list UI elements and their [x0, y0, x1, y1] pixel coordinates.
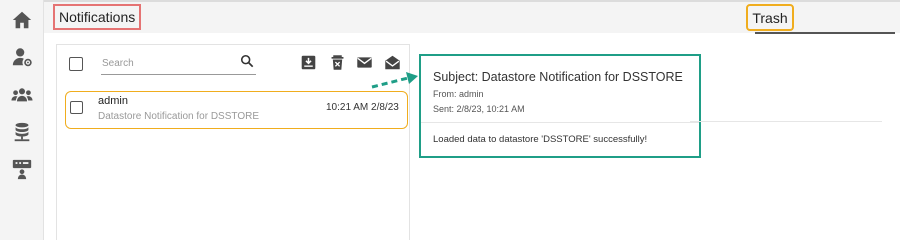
- list-item[interactable]: admin Datastore Notification for DSSTORE…: [65, 91, 408, 129]
- home-icon[interactable]: [9, 7, 35, 33]
- select-all-checkbox[interactable]: [69, 57, 83, 71]
- detail-subject: Subject: Datastore Notification for DSST…: [433, 70, 683, 84]
- presenter-icon[interactable]: [9, 156, 35, 182]
- search-box: [101, 53, 256, 75]
- item-from: admin: [98, 95, 128, 107]
- notification-detail-box: Subject: Datastore Notification for DSST…: [419, 54, 701, 158]
- delete-icon[interactable]: [328, 53, 346, 71]
- mark-read-icon[interactable]: [383, 53, 401, 71]
- search-icon[interactable]: [240, 54, 254, 68]
- search-input[interactable]: [101, 53, 231, 74]
- detail-from: From: admin: [433, 89, 484, 99]
- users-group-icon[interactable]: [9, 82, 35, 108]
- detail-sent: Sent: 2/8/23, 10:21 AM: [433, 104, 525, 114]
- header-bar: Notifications Trash: [44, 0, 900, 34]
- tab-trash[interactable]: Trash: [746, 4, 794, 31]
- divider: [690, 121, 882, 122]
- divider: [421, 122, 699, 123]
- detail-body: Loaded data to datastore 'DSSTORE' succe…: [433, 134, 648, 145]
- annotation-arrow-icon: [371, 72, 418, 89]
- database-icon[interactable]: [9, 119, 35, 145]
- download-icon[interactable]: [299, 53, 317, 71]
- tab-underline: [755, 32, 895, 34]
- item-checkbox[interactable]: [70, 101, 83, 114]
- item-subject: Datastore Notification for DSSTORE: [98, 111, 259, 122]
- mark-unread-icon[interactable]: [355, 53, 373, 71]
- item-time: 10:21 AM 2/8/23: [326, 102, 399, 113]
- notification-detail-panel: Subject: Datastore Notification for DSST…: [410, 44, 900, 240]
- sidebar: [0, 0, 44, 240]
- notification-list-panel: admin Datastore Notification for DSSTORE…: [56, 44, 410, 240]
- user-settings-icon[interactable]: [9, 44, 35, 70]
- page-title: Notifications: [53, 4, 142, 30]
